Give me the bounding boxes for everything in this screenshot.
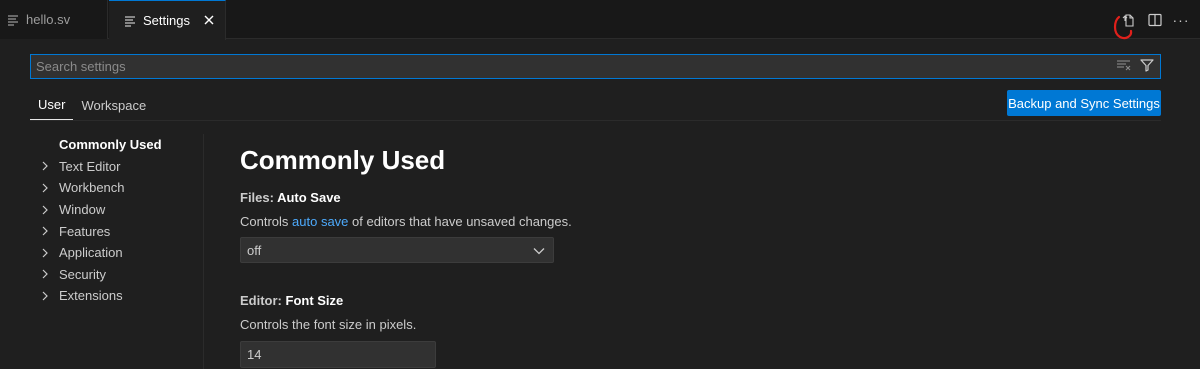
chevron-right-icon xyxy=(30,248,59,258)
font-size-input[interactable] xyxy=(240,341,436,368)
setting-category: Files: xyxy=(240,190,278,205)
scope-divider xyxy=(30,120,1161,121)
setting-editor-font-size: Editor: Font Size Controls the font size… xyxy=(240,293,436,368)
settings-toc: Commonly Used Text Editor Workbench Wind… xyxy=(30,134,200,307)
setting-description: Controls the font size in pixels. xyxy=(240,317,417,332)
tab-label: Settings xyxy=(143,13,190,28)
desc-text: of editors that have unsaved changes. xyxy=(348,214,572,229)
settings-scope-tabs: User Workspace xyxy=(30,90,154,120)
filter-icon[interactable] xyxy=(1140,58,1154,75)
chevron-right-icon xyxy=(30,291,59,301)
search-input[interactable] xyxy=(31,55,1116,78)
tab-workspace[interactable]: Workspace xyxy=(73,90,154,120)
toc-item-label: Workbench xyxy=(59,180,125,196)
toc-item-features[interactable]: Features xyxy=(30,220,200,242)
settings-content: Commonly Used Files: Auto Save Controls … xyxy=(240,134,1160,368)
split-editor-icon[interactable] xyxy=(1144,9,1166,31)
setting-description: Controls auto save of editors that have … xyxy=(240,214,572,229)
toc-item-label: Security xyxy=(59,266,106,282)
chevron-right-icon xyxy=(30,269,59,279)
select-value: off xyxy=(247,242,262,258)
desc-text: Controls xyxy=(240,214,293,229)
toc-item-security[interactable]: Security xyxy=(30,264,200,286)
lines-icon xyxy=(6,13,20,27)
tab-settings[interactable]: Settings xyxy=(109,0,226,40)
chevron-right-icon xyxy=(30,183,59,193)
tab-hello-sv[interactable]: hello.sv xyxy=(0,0,108,39)
toc-item-label: Extensions xyxy=(59,288,123,304)
chevron-down-icon xyxy=(533,243,545,258)
toc-item-workbench[interactable]: Workbench xyxy=(30,177,200,199)
setting-files-auto-save: Files: Auto Save Controls auto save of e… xyxy=(240,190,572,263)
chevron-right-icon xyxy=(30,205,59,215)
toc-item-commonly-used[interactable]: Commonly Used xyxy=(30,134,200,156)
backup-and-sync-button[interactable]: Backup and Sync Settings xyxy=(1007,90,1161,116)
search-settings-box xyxy=(30,54,1161,79)
chevron-right-icon xyxy=(30,161,59,171)
more-actions-icon[interactable]: ··· xyxy=(1170,9,1192,31)
toc-item-extensions[interactable]: Extensions xyxy=(30,285,200,307)
setting-name: Font Size xyxy=(285,293,344,308)
tab-user[interactable]: User xyxy=(30,90,74,120)
toc-item-window[interactable]: Window xyxy=(30,199,200,221)
toc-item-label: Window xyxy=(59,202,106,218)
setting-name: Auto Save xyxy=(277,190,341,205)
setting-title: Editor: Font Size xyxy=(240,293,436,308)
clear-filter-icon[interactable] xyxy=(1116,58,1132,75)
auto-save-link[interactable]: auto save xyxy=(292,214,348,229)
open-settings-json-icon[interactable] xyxy=(1118,9,1140,31)
setting-category: Editor: xyxy=(240,293,286,308)
tab-label: hello.sv xyxy=(26,12,71,27)
editor-actions: ··· xyxy=(1114,0,1200,39)
more-actions-glyph: ··· xyxy=(1172,11,1190,28)
section-title: Commonly Used xyxy=(240,145,446,175)
lines-icon xyxy=(123,14,137,28)
auto-save-select[interactable]: off xyxy=(240,237,554,263)
toc-item-label: Text Editor xyxy=(59,158,121,174)
toc-item-label: Features xyxy=(59,223,111,239)
toc-divider xyxy=(203,134,204,369)
setting-title: Files: Auto Save xyxy=(240,190,572,205)
toc-item-text-editor[interactable]: Text Editor xyxy=(30,156,200,178)
editor-tab-bar: hello.sv Settings ··· xyxy=(0,0,1200,40)
chevron-right-icon xyxy=(30,226,59,236)
toc-item-application[interactable]: Application xyxy=(30,242,200,264)
toc-item-label: Commonly Used xyxy=(59,137,162,153)
toc-item-label: Application xyxy=(59,245,123,261)
close-icon[interactable] xyxy=(203,14,215,26)
